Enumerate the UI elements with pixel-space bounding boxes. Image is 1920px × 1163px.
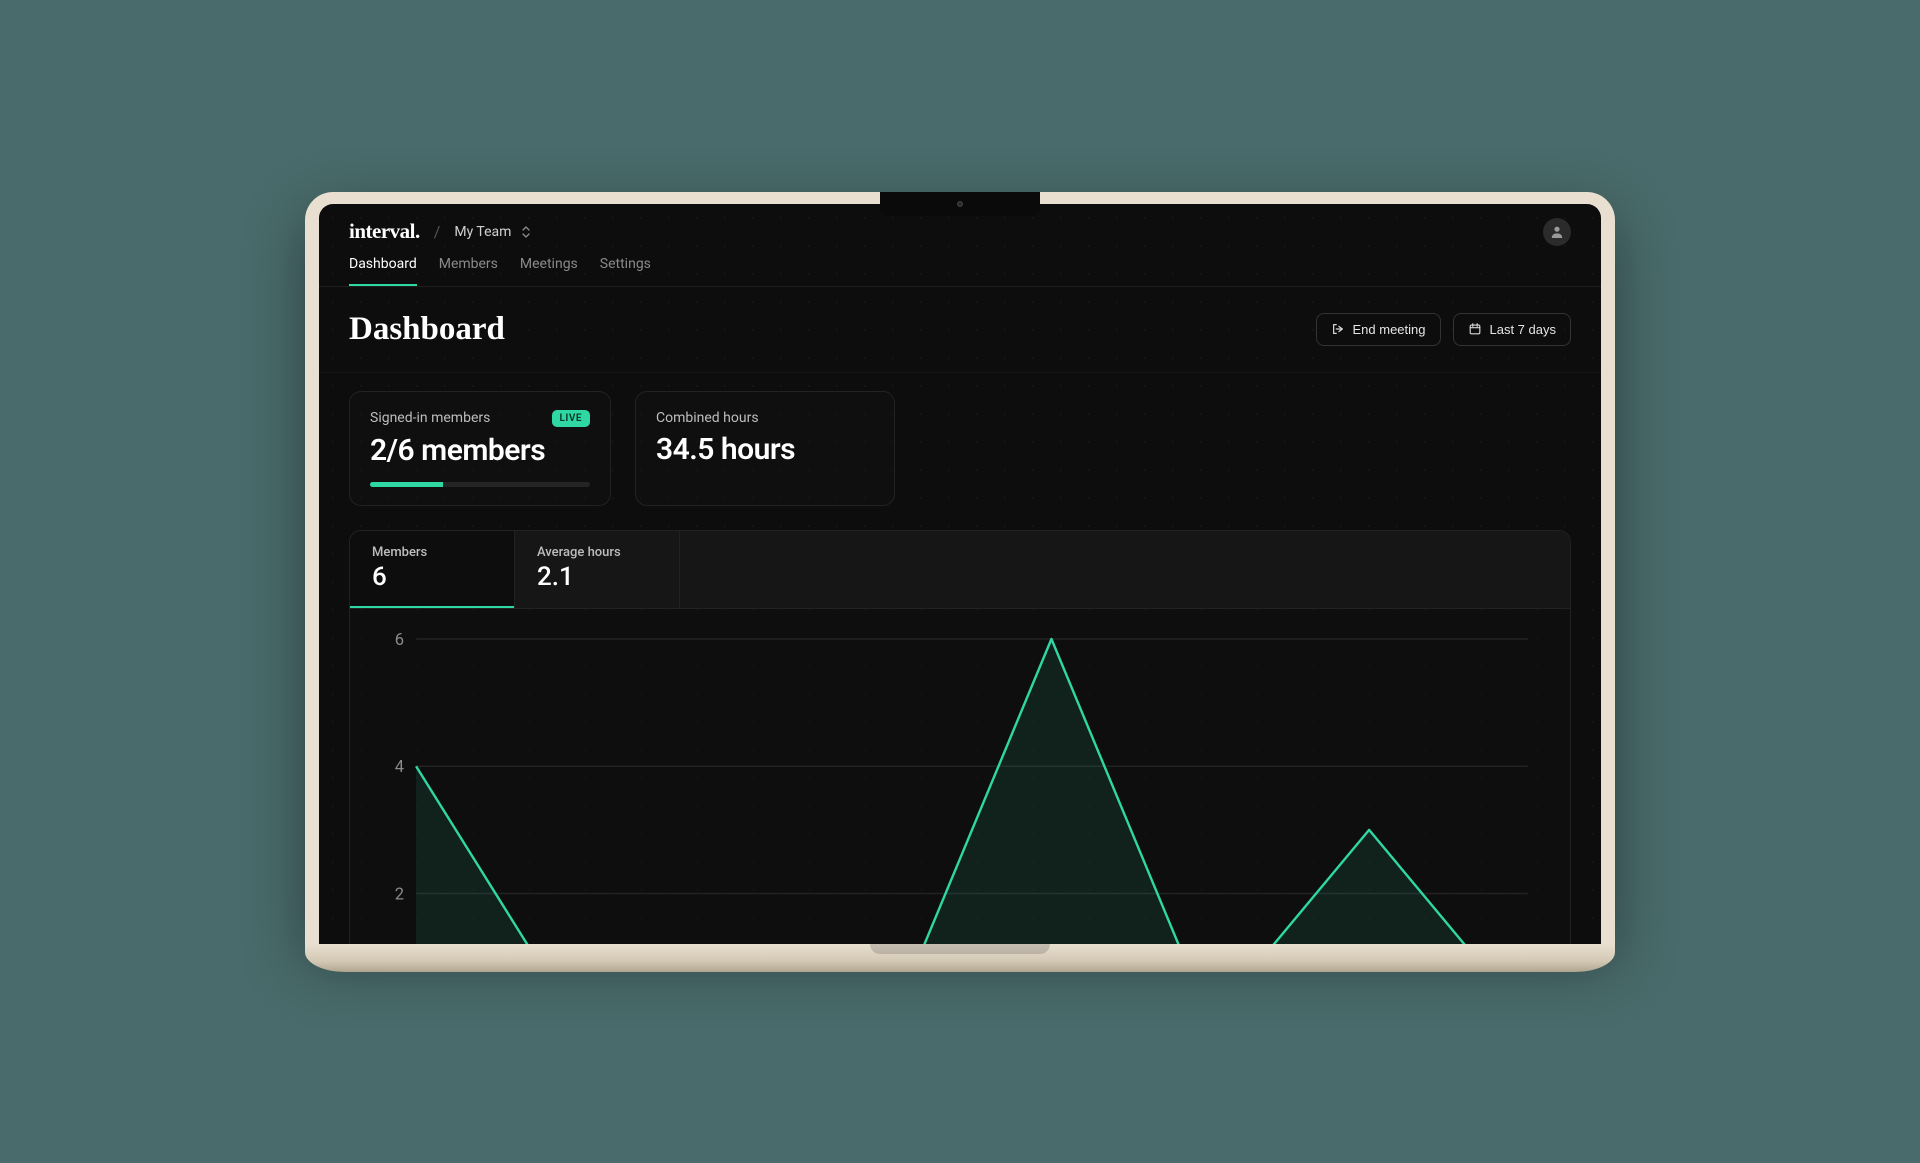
- laptop-notch: [880, 192, 1040, 216]
- app-screen: interval. / My Team Dashboard Members: [319, 204, 1601, 944]
- card-label: Signed-in members: [370, 410, 490, 426]
- svg-text:6: 6: [395, 631, 404, 650]
- page-header: Dashboard End meeting Last 7 days: [319, 287, 1601, 373]
- chart-panel: Members 6 Average hours 2.1 0246Jul 30Ju…: [349, 530, 1571, 944]
- chart-tab-average-hours[interactable]: Average hours 2.1: [515, 531, 680, 608]
- card-label: Combined hours: [656, 410, 759, 426]
- chart-tab-value: 2.1: [537, 562, 657, 592]
- nav-item-settings[interactable]: Settings: [600, 256, 651, 286]
- laptop-frame: interval. / My Team Dashboard Members: [305, 192, 1615, 944]
- chart-tab-label: Members: [372, 545, 492, 560]
- date-range-label: Last 7 days: [1490, 322, 1557, 337]
- end-meeting-button[interactable]: End meeting: [1316, 313, 1441, 346]
- card-value: 34.5 hours: [656, 432, 874, 467]
- card-combined-hours: Combined hours 34.5 hours: [635, 391, 895, 506]
- live-badge: LIVE: [552, 410, 591, 427]
- members-area-chart: 0246Jul 30Jul 31Aug 1Aug 2Aug 3Aug 4Aug …: [374, 627, 1546, 944]
- chevron-up-down-icon: [521, 225, 531, 239]
- laptop-base: [305, 944, 1615, 972]
- chart-tab-label: Average hours: [537, 545, 657, 560]
- camera-dot: [957, 201, 963, 207]
- chart-tab-value: 6: [372, 562, 492, 592]
- stat-cards: Signed-in members LIVE 2/6 members Combi…: [349, 391, 1571, 506]
- chart-tabs: Members 6 Average hours 2.1: [350, 531, 1570, 609]
- breadcrumb-separator: /: [434, 222, 441, 241]
- nav-item-members[interactable]: Members: [439, 256, 498, 286]
- nav-item-dashboard[interactable]: Dashboard: [349, 256, 417, 286]
- topbar-left: interval. / My Team: [349, 219, 531, 244]
- team-selector-label: My Team: [454, 224, 511, 240]
- chart-tabs-filler: [680, 531, 1570, 608]
- page-title: Dashboard: [349, 311, 505, 348]
- calendar-icon: [1468, 322, 1482, 336]
- nav-item-meetings[interactable]: Meetings: [520, 256, 578, 286]
- card-signed-in-members: Signed-in members LIVE 2/6 members: [349, 391, 611, 506]
- brand-logo[interactable]: interval.: [349, 219, 420, 244]
- logout-icon: [1331, 322, 1345, 336]
- svg-text:4: 4: [395, 758, 404, 777]
- page-content: Signed-in members LIVE 2/6 members Combi…: [319, 373, 1601, 944]
- date-range-button[interactable]: Last 7 days: [1453, 313, 1572, 346]
- chart-body: 0246Jul 30Jul 31Aug 1Aug 2Aug 3Aug 4Aug …: [350, 609, 1570, 944]
- card-value: 2/6 members: [370, 433, 590, 468]
- signed-in-progress: [370, 482, 590, 487]
- progress-fill: [370, 482, 443, 487]
- end-meeting-label: End meeting: [1353, 322, 1426, 337]
- page-actions: End meeting Last 7 days: [1316, 313, 1572, 346]
- person-icon: [1549, 224, 1565, 240]
- chart-tab-members[interactable]: Members 6: [350, 531, 515, 608]
- primary-nav: Dashboard Members Meetings Settings: [319, 246, 1601, 287]
- svg-text:2: 2: [395, 885, 404, 904]
- team-selector[interactable]: My Team: [454, 224, 531, 240]
- user-avatar-button[interactable]: [1543, 218, 1571, 246]
- laptop-mockup: interval. / My Team Dashboard Members: [305, 192, 1615, 972]
